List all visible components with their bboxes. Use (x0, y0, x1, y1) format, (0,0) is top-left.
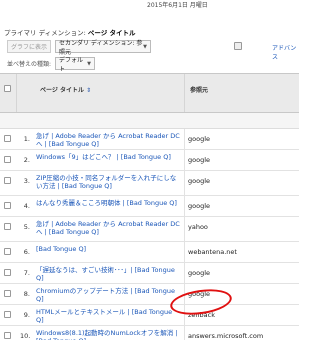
column-divider (184, 217, 185, 241)
row-number: 5. (23, 223, 30, 231)
date-bar: 2015年6月1日 月曜日 (0, 0, 299, 9)
row-checkbox[interactable] (4, 135, 11, 142)
column-divider (16, 74, 17, 112)
chevron-down-icon: ▼ (143, 43, 148, 50)
column-header-page-title[interactable]: ページ タイトル ⇕ (40, 85, 91, 94)
select-all-checkbox[interactable] (4, 85, 11, 92)
table-row: 10. Windows8(8.1)起動時のNumLockオフを解消 | [Bad… (0, 326, 299, 340)
table-row: 2. Windows「9」はどこへ？ | [Bad Tongue Q] goog… (0, 150, 299, 171)
referrer-cell: google (188, 177, 211, 185)
sort-type-dropdown[interactable]: デフォルト ▼ (55, 56, 96, 73)
row-number: 1. (23, 135, 30, 143)
table-row: 1. 急げ | Adobe Reader から Acrobat Reader D… (0, 129, 299, 150)
sort-row: 並べ替えの種類: デフォルト ▼ (7, 56, 96, 73)
table-row: 3. ZIP圧縮の小技・同名フォルダーを入れ子にしない方法 | [Bad Ton… (0, 171, 299, 196)
table-row: 8. Chromiumのアップデート方法 | [Bad Tongue Q] go… (0, 284, 299, 305)
table-row: 9. HTMLメールとテキストメール | [Bad Tongue Q] zenb… (0, 305, 299, 326)
column-divider (184, 150, 185, 170)
row-checkbox[interactable] (4, 290, 11, 297)
row-checkbox[interactable] (4, 332, 11, 339)
row-number: 8. (23, 290, 30, 298)
row-checkbox[interactable] (4, 311, 11, 318)
row-number: 9. (23, 311, 30, 319)
referrer-cell: webantena.net (188, 248, 237, 256)
page-title-link[interactable]: Chromiumのアップデート方法 | [Bad Tongue Q] (36, 287, 181, 303)
referrer-cell: google (188, 269, 211, 277)
page-title-link[interactable]: [Bad Tongue Q] (36, 245, 181, 253)
primary-dimension-label: プライマリ ディメンション: (4, 29, 86, 37)
data-table: ページ タイトル ⇕ 参照元 1. 急げ | Adobe Reader から A… (0, 73, 299, 340)
row-number: 2. (23, 156, 30, 164)
page-title-link[interactable]: 急げ | Adobe Reader から Acrobat Reader DC へ… (36, 220, 181, 236)
referrer-cell: google (188, 135, 211, 143)
referrer-cell: google (188, 202, 211, 210)
view-icons (234, 42, 242, 50)
row-checkbox[interactable] (4, 223, 11, 230)
sort-arrow-icon: ⇕ (86, 87, 92, 94)
secondary-dimension-dropdown[interactable]: セカンダリ ディメンション: 参照元 ▼ (55, 39, 152, 56)
row-number: 3. (23, 177, 30, 185)
primary-dimension-value[interactable]: ページ タイトル (88, 29, 136, 37)
table-row: 6. [Bad Tongue Q] webantena.net (0, 242, 299, 263)
row-checkbox[interactable] (4, 202, 11, 209)
plot-rows-button[interactable]: グラフに表示 (7, 40, 52, 53)
page-title-link[interactable]: はんなり秀麗＆こころ明朝体 | [Bad Tongue Q] (36, 199, 181, 207)
table-row: 4. はんなり秀麗＆こころ明朝体 | [Bad Tongue Q] google (0, 196, 299, 217)
row-number: 7. (23, 269, 30, 277)
row-checkbox[interactable] (4, 269, 11, 276)
chevron-down-icon: ▼ (87, 60, 92, 67)
table-header: ページ タイトル ⇕ 参照元 (0, 73, 299, 113)
column-divider (184, 171, 185, 195)
column-divider (184, 196, 185, 216)
table-view-icon[interactable] (234, 42, 242, 50)
column-header-referrer[interactable]: 参照元 (190, 85, 208, 94)
secondary-dimension-label: セカンダリ ディメンション: 参照元 (59, 39, 143, 56)
referrer-cell: google (188, 156, 211, 164)
page-title-link[interactable]: Windows8(8.1)起動時のNumLockオフを解消 | [Bad Ton… (36, 329, 181, 340)
row-number: 6. (23, 248, 30, 256)
totals-row (0, 113, 299, 129)
controls-row: グラフに表示 セカンダリ ディメンション: 参照元 ▼ (7, 39, 152, 56)
page-title-link[interactable]: Windows「9」はどこへ？ | [Bad Tongue Q] (36, 153, 181, 161)
column-divider (184, 263, 185, 283)
sort-label: 並べ替えの種類: (7, 61, 52, 68)
sort-type-value: デフォルト (59, 56, 84, 73)
column-divider (184, 242, 185, 262)
column-divider (184, 74, 185, 112)
row-number: 4. (23, 202, 30, 210)
referrer-cell: answers.microsoft.com (188, 332, 264, 340)
table-row: 5. 急げ | Adobe Reader から Acrobat Reader D… (0, 217, 299, 242)
page-title-link[interactable]: 「遅延なうは、すごい技術･･･」| [Bad Tongue Q] (36, 266, 181, 282)
page-title-link[interactable]: 急げ | Adobe Reader から Acrobat Reader DC へ… (36, 132, 181, 148)
primary-dimension: プライマリ ディメンション: ページ タイトル (4, 27, 136, 37)
column-divider (184, 129, 185, 149)
advanced-filter-link[interactable]: アドバンス (272, 43, 299, 61)
referrer-cell: yahoo (188, 223, 208, 231)
row-number: 10. (20, 332, 31, 340)
report-date: 2015年6月1日 月曜日 (147, 2, 208, 9)
row-checkbox[interactable] (4, 156, 11, 163)
table-row: 7. 「遅延なうは、すごい技術･･･」| [Bad Tongue Q] goog… (0, 263, 299, 284)
column-divider (184, 326, 185, 340)
page-title-link[interactable]: ZIP圧縮の小技・同名フォルダーを入れ子にしない方法 | [Bad Tongue… (36, 174, 181, 190)
page-title-link[interactable]: HTMLメールとテキストメール | [Bad Tongue Q] (36, 308, 181, 324)
row-checkbox[interactable] (4, 248, 11, 255)
row-checkbox[interactable] (4, 177, 11, 184)
